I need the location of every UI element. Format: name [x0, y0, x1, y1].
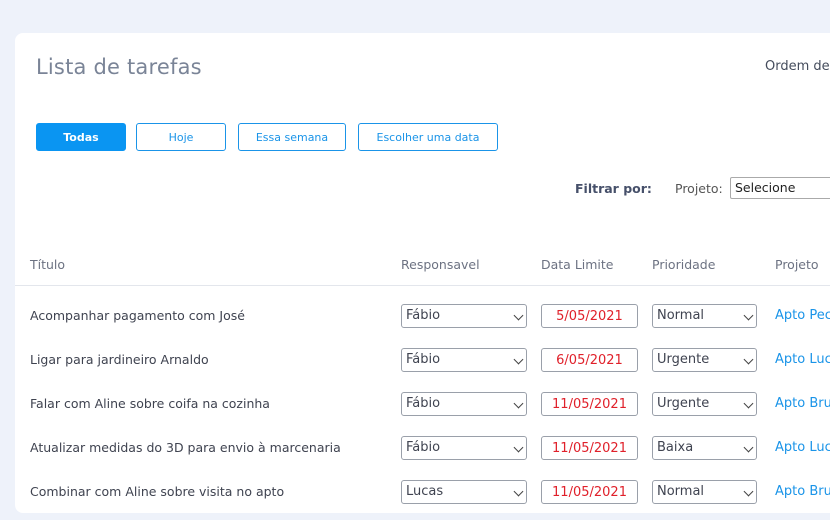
- chevron-down-icon: [513, 442, 524, 453]
- due-date-field[interactable]: 6/05/2021: [541, 348, 638, 372]
- table-row: Falar com Aline sobre coifa na cozinha F…: [15, 388, 830, 432]
- due-date-field[interactable]: 11/05/2021: [541, 480, 638, 504]
- responsible-select[interactable]: Fábio: [401, 436, 527, 460]
- responsible-select[interactable]: Fábio: [401, 348, 527, 372]
- priority-value: Urgente: [657, 396, 710, 411]
- project-link[interactable]: Apto Bru: [775, 396, 830, 411]
- chevron-down-icon: [743, 310, 754, 321]
- priority-select[interactable]: Normal: [652, 304, 757, 328]
- task-title: Falar com Aline sobre coifa na cozinha: [30, 396, 270, 411]
- chevron-down-icon: [743, 442, 754, 453]
- project-filter-select[interactable]: Selecione: [730, 177, 830, 199]
- task-title: Atualizar medidas do 3D para envio à mar…: [30, 440, 341, 455]
- filter-choose-date-button[interactable]: Escolher uma data: [358, 123, 498, 151]
- priority-select[interactable]: Urgente: [652, 348, 757, 372]
- priority-select[interactable]: Baixa: [652, 436, 757, 460]
- priority-value: Urgente: [657, 352, 710, 367]
- due-date-field[interactable]: 11/05/2021: [541, 436, 638, 460]
- priority-select[interactable]: Urgente: [652, 392, 757, 416]
- priority-value: Baixa: [657, 440, 694, 455]
- due-date-field[interactable]: 5/05/2021: [541, 304, 638, 328]
- responsible-value: Fábio: [406, 308, 441, 323]
- chevron-down-icon: [743, 354, 754, 365]
- project-link[interactable]: Apto Luc: [775, 352, 830, 367]
- priority-value: Normal: [657, 308, 705, 323]
- chevron-down-icon: [513, 354, 524, 365]
- table-row: Combinar com Aline sobre visita no apto …: [15, 476, 830, 520]
- task-title: Acompanhar pagamento com José: [30, 308, 245, 323]
- table-row: Ligar para jardineiro Arnaldo Fábio 6/05…: [15, 344, 830, 388]
- filter-today-button[interactable]: Hoje: [136, 123, 226, 151]
- project-link[interactable]: Apto Luc: [775, 440, 830, 455]
- chevron-down-icon: [743, 398, 754, 409]
- column-header-due-date: Data Limite: [541, 257, 614, 272]
- column-header-project: Projeto: [775, 257, 819, 272]
- chevron-down-icon: [513, 398, 524, 409]
- order-by-label: Ordem de: [765, 59, 830, 74]
- table-header: Título Responsavel Data Limite Prioridad…: [15, 251, 830, 286]
- chevron-down-icon: [513, 310, 524, 321]
- task-list-card: Lista de tarefas Ordem de Todas Hoje Ess…: [15, 33, 830, 513]
- table-row: Acompanhar pagamento com José Fábio 5/05…: [15, 300, 830, 344]
- table-row: Atualizar medidas do 3D para envio à mar…: [15, 432, 830, 476]
- responsible-select[interactable]: Lucas: [401, 480, 527, 504]
- page-title: Lista de tarefas: [36, 55, 202, 79]
- filter-by-label: Filtrar por:: [575, 181, 652, 196]
- column-header-responsible: Responsavel: [401, 257, 480, 272]
- responsible-select[interactable]: Fábio: [401, 304, 527, 328]
- due-date-field[interactable]: 11/05/2021: [541, 392, 638, 416]
- responsible-value: Fábio: [406, 352, 441, 367]
- project-filter-label: Projeto:: [675, 181, 723, 196]
- project-link[interactable]: Apto Pec: [775, 308, 830, 323]
- responsible-select[interactable]: Fábio: [401, 392, 527, 416]
- filter-all-button[interactable]: Todas: [36, 123, 126, 151]
- column-header-priority: Prioridade: [652, 257, 716, 272]
- responsible-value: Fábio: [406, 396, 441, 411]
- task-title: Ligar para jardineiro Arnaldo: [30, 352, 209, 367]
- priority-select[interactable]: Normal: [652, 480, 757, 504]
- column-header-title: Título: [30, 257, 66, 272]
- responsible-value: Fábio: [406, 440, 441, 455]
- filter-this-week-button[interactable]: Essa semana: [238, 123, 346, 151]
